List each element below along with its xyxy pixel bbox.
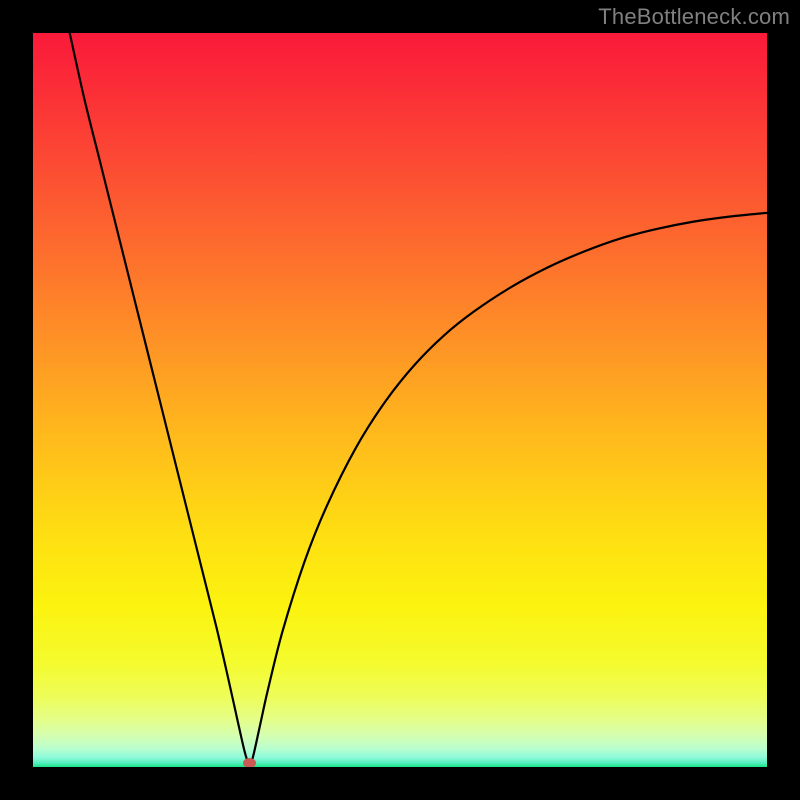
gradient-background (33, 33, 767, 767)
attribution-text: TheBottleneck.com (598, 4, 790, 30)
plot-area (33, 33, 767, 767)
chart-svg (33, 33, 767, 767)
chart-frame: TheBottleneck.com (0, 0, 800, 800)
